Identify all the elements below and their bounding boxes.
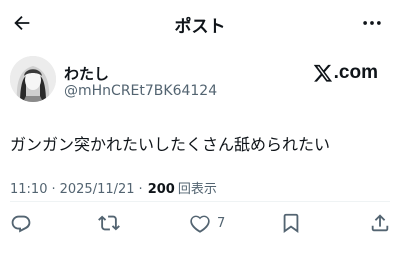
divider: [10, 201, 390, 202]
reply-button[interactable]: [10, 210, 32, 236]
page-title: ポスト: [174, 17, 226, 37]
heart-icon: [190, 215, 210, 233]
tweet-text: ガンガン突かれたいしたくさん舐められたい: [10, 135, 331, 154]
like-count: 7: [217, 215, 226, 231]
tweet-time[interactable]: 11:10: [10, 182, 47, 197]
top-bar: ポスト: [0, 0, 400, 46]
repost-icon: [98, 215, 120, 231]
x-com-text: .com: [333, 62, 378, 83]
share-button[interactable]: [369, 210, 391, 236]
bookmark-button[interactable]: [280, 210, 302, 236]
bookmark-icon: [283, 213, 299, 233]
author-display-name[interactable]: わたし: [64, 63, 109, 84]
tweet-meta: 11:10 · 2025/11/21 · 200 回表示: [10, 178, 217, 197]
views-count[interactable]: 200: [148, 182, 175, 197]
x-com-watermark: .com: [313, 62, 378, 84]
share-icon: [371, 214, 389, 232]
avatar[interactable]: [10, 56, 56, 102]
more-button[interactable]: [358, 9, 386, 37]
tweet-date[interactable]: 2025/11/21: [60, 182, 135, 197]
action-bar: 7: [0, 210, 400, 236]
meta-separator: ·: [51, 182, 56, 197]
author-handle[interactable]: @mHnCREt7BK64124: [64, 83, 217, 99]
x-logo-icon: [313, 64, 332, 82]
meta-separator: ·: [138, 182, 143, 197]
repost-button[interactable]: [98, 210, 120, 236]
more-horizontal-icon: [363, 21, 381, 25]
like-button[interactable]: 7: [189, 210, 225, 236]
views-label: 回表示: [177, 182, 217, 197]
reply-icon: [11, 215, 31, 233]
